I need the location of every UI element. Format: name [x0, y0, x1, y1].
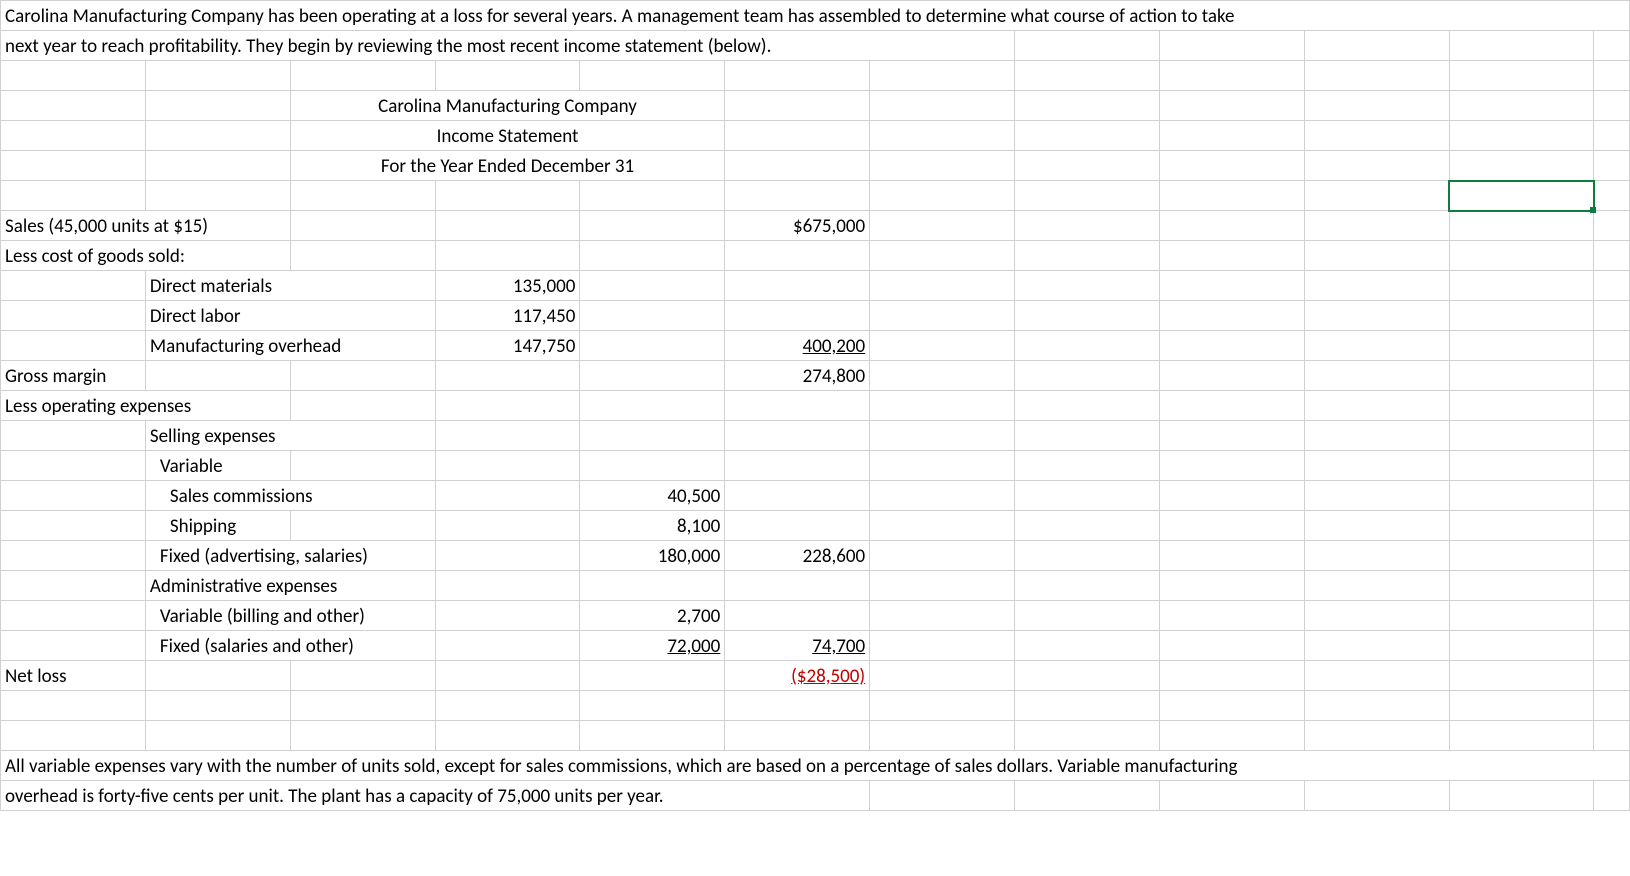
sales-label[interactable]: Sales (45,000 units at $15)	[1, 211, 291, 241]
fixed-selling-label[interactable]: Fixed (advertising, salaries)	[145, 541, 435, 571]
blank-row-4	[1, 721, 1630, 751]
direct-materials-value[interactable]: 135,000	[435, 271, 580, 301]
footer-row-1: All variable expenses vary with the numb…	[1, 751, 1630, 781]
variable-heading-label[interactable]: Variable	[145, 451, 290, 481]
statement-period[interactable]: For the Year Ended December 31	[290, 151, 725, 181]
variable-admin-value[interactable]: 2,700	[580, 601, 725, 631]
variable-admin-label[interactable]: Variable (billing and other)	[145, 601, 435, 631]
less-cogs-row: Less cost of goods sold:	[1, 241, 1630, 271]
blank-row	[1, 61, 1630, 91]
net-loss-label[interactable]: Net loss	[1, 661, 146, 691]
selling-total[interactable]: 228,600	[725, 541, 870, 571]
cogs-total[interactable]: 400,200	[725, 331, 870, 361]
admin-expenses-row: Administrative expenses	[1, 571, 1630, 601]
fixed-admin-row: Fixed (salaries and other) 72,000 74,700	[1, 631, 1630, 661]
footer-row-2: overhead is forty-five cents per unit. T…	[1, 781, 1630, 811]
sales-commissions-label[interactable]: Sales commissions	[145, 481, 435, 511]
direct-materials-row: Direct materials 135,000	[1, 271, 1630, 301]
company-name[interactable]: Carolina Manufacturing Company	[290, 91, 725, 121]
header-period-row: For the Year Ended December 31	[1, 151, 1630, 181]
less-opex-row: Less operating expenses	[1, 391, 1630, 421]
sales-commissions-row: Sales commissions 40,500	[1, 481, 1630, 511]
header-title-row: Income Statement	[1, 121, 1630, 151]
manufacturing-overhead-value[interactable]: 147,750	[435, 331, 580, 361]
net-loss-value[interactable]: ($28,500)	[725, 661, 870, 691]
admin-expenses-label[interactable]: Administrative expenses	[145, 571, 435, 601]
sales-amount[interactable]: $675,000	[725, 211, 870, 241]
less-cogs-label[interactable]: Less cost of goods sold:	[1, 241, 291, 271]
gross-margin-value[interactable]: 274,800	[725, 361, 870, 391]
shipping-value[interactable]: 8,100	[580, 511, 725, 541]
direct-labor-row: Direct labor 117,450	[1, 301, 1630, 331]
admin-total[interactable]: 74,700	[725, 631, 870, 661]
active-cell[interactable]	[1449, 181, 1594, 211]
blank-row-3	[1, 691, 1630, 721]
intro-text-2[interactable]: next year to reach profitability. They b…	[1, 31, 1015, 61]
footer-text-2[interactable]: overhead is forty-five cents per unit. T…	[1, 781, 870, 811]
direct-materials-label[interactable]: Direct materials	[145, 271, 435, 301]
fixed-selling-value[interactable]: 180,000	[580, 541, 725, 571]
fixed-admin-label[interactable]: Fixed (salaries and other)	[145, 631, 435, 661]
sales-row: Sales (45,000 units at $15) $675,000	[1, 211, 1630, 241]
intro-row-1: Carolina Manufacturing Company has been …	[1, 1, 1630, 31]
sales-commissions-value[interactable]: 40,500	[580, 481, 725, 511]
direct-labor-label[interactable]: Direct labor	[145, 301, 435, 331]
shipping-label[interactable]: Shipping	[145, 511, 290, 541]
gross-margin-label[interactable]: Gross margin	[1, 361, 146, 391]
header-company-row: Carolina Manufacturing Company	[1, 91, 1630, 121]
blank-row-2	[1, 181, 1630, 211]
less-opex-label[interactable]: Less operating expenses	[1, 391, 291, 421]
variable-heading-row: Variable	[1, 451, 1630, 481]
statement-title[interactable]: Income Statement	[290, 121, 725, 151]
manufacturing-overhead-label[interactable]: Manufacturing overhead	[145, 331, 435, 361]
selling-expenses-label[interactable]: Selling expenses	[145, 421, 435, 451]
net-loss-row: Net loss ($28,500)	[1, 661, 1630, 691]
direct-labor-value[interactable]: 117,450	[435, 301, 580, 331]
intro-text-1[interactable]: Carolina Manufacturing Company has been …	[1, 1, 1630, 31]
selling-expenses-row: Selling expenses	[1, 421, 1630, 451]
manufacturing-overhead-row: Manufacturing overhead 147,750 400,200	[1, 331, 1630, 361]
fixed-selling-row: Fixed (advertising, salaries) 180,000 22…	[1, 541, 1630, 571]
spreadsheet-grid[interactable]: Carolina Manufacturing Company has been …	[0, 0, 1630, 811]
intro-row-2: next year to reach profitability. They b…	[1, 31, 1630, 61]
variable-admin-row: Variable (billing and other) 2,700	[1, 601, 1630, 631]
gross-margin-row: Gross margin 274,800	[1, 361, 1630, 391]
fixed-admin-value[interactable]: 72,000	[580, 631, 725, 661]
footer-text-1[interactable]: All variable expenses vary with the numb…	[1, 751, 1630, 781]
shipping-row: Shipping 8,100	[1, 511, 1630, 541]
